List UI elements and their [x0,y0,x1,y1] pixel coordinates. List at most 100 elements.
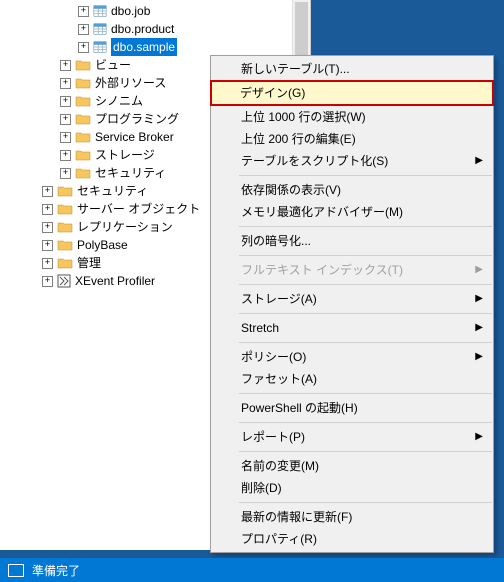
ctx-design[interactable]: デザイン(G) [210,80,494,106]
ctx-refresh[interactable]: 最新の情報に更新(F) [211,506,493,528]
ctx-label: 上位 1000 行の選択(W) [241,106,366,128]
tree-label: PolyBase [77,236,128,254]
expand-icon[interactable] [60,60,71,71]
expand-icon[interactable] [78,6,89,17]
expand-icon[interactable] [60,168,71,179]
status-text: 準備完了 [32,562,80,579]
table-icon [93,40,107,54]
tree-node-table[interactable]: dbo.job [0,2,310,20]
ctx-encrypt-columns[interactable]: 列の暗号化... [211,230,493,252]
ctx-deps[interactable]: 依存関係の表示(V) [211,179,493,201]
ctx-edit-top[interactable]: 上位 200 行の編集(E) [211,128,493,150]
ctx-stretch[interactable]: Stretch ▶ [211,317,493,339]
app-root: dbo.job dbo.product dbo.sample ビュー [0,0,504,582]
ctx-policy[interactable]: ポリシー(O) ▶ [211,346,493,368]
ctx-label: 依存関係の表示(V) [241,179,341,201]
table-icon [93,22,107,36]
tree-label: セキュリティ [95,164,166,182]
ctx-separator [239,422,492,423]
ctx-powershell[interactable]: PowerShell の起動(H) [211,397,493,419]
context-menu: 新しいテーブル(T)... デザイン(G) 上位 1000 行の選択(W) 上位… [210,55,494,553]
chevron-right-icon: ▶ [475,346,483,368]
tree-label: セキュリティ [77,182,148,200]
ctx-separator [239,175,492,176]
ctx-label: 削除(D) [241,477,282,499]
ctx-label: ファセット(A) [241,368,317,390]
folder-icon [75,112,91,126]
folder-icon [75,130,91,144]
ctx-label: メモリ最適化アドバイザー(M) [241,201,403,223]
ctx-label: 列の暗号化... [241,230,311,252]
ctx-mem-advisor[interactable]: メモリ最適化アドバイザー(M) [211,201,493,223]
folder-icon [75,76,91,90]
ctx-properties[interactable]: プロパティ(R) [211,528,493,550]
ctx-separator [239,313,492,314]
window-icon [8,564,24,577]
ctx-delete[interactable]: 削除(D) [211,477,493,499]
ctx-fulltext-index: フルテキスト インデックス(T) ▶ [211,259,493,281]
folder-icon [57,220,73,234]
ctx-separator [239,255,492,256]
ctx-label: PowerShell の起動(H) [241,397,358,419]
expand-icon[interactable] [60,114,71,125]
ctx-new-table[interactable]: 新しいテーブル(T)... [211,58,493,80]
ctx-separator [239,342,492,343]
expand-icon[interactable] [42,240,53,251]
tree-label: dbo.sample [111,38,177,56]
folder-icon [57,202,73,216]
ctx-label: ストレージ(A) [241,288,317,310]
tree-label: ビュー [95,56,131,74]
expand-icon[interactable] [42,186,53,197]
ctx-label: 最新の情報に更新(F) [241,506,352,528]
tree-label: dbo.product [111,20,174,38]
ctx-separator [239,226,492,227]
ctx-label: Stretch [241,317,279,339]
ctx-select-top[interactable]: 上位 1000 行の選択(W) [211,106,493,128]
folder-icon [57,184,73,198]
chevron-right-icon: ▶ [475,317,483,339]
tree-label: プログラミング [95,110,179,128]
ctx-separator [239,393,492,394]
chevron-right-icon: ▶ [475,426,483,448]
expand-icon[interactable] [60,150,71,161]
tree-node-table[interactable]: dbo.product [0,20,310,38]
tree-label: Service Broker [95,128,174,146]
ctx-separator [239,284,492,285]
tree-label: ストレージ [95,146,155,164]
tree-label: 外部リソース [95,74,166,92]
folder-icon [75,166,91,180]
ctx-label: 名前の変更(M) [241,455,319,477]
ctx-storage[interactable]: ストレージ(A)▶ [211,288,493,310]
ctx-label: デザイン(G) [240,82,305,104]
tree-node-table-selected[interactable]: dbo.sample [0,38,310,56]
table-icon [93,4,107,18]
expand-icon[interactable] [42,204,53,215]
ctx-label: フルテキスト インデックス(T) [241,259,403,281]
ctx-label: レポート(P) [241,426,305,448]
ctx-label: ポリシー(O) [241,346,306,368]
tree-label: シノニム [95,92,143,110]
expand-icon[interactable] [60,96,71,107]
ctx-rename[interactable]: 名前の変更(M) [211,455,493,477]
ctx-label: 新しいテーブル(T)... [241,58,350,80]
status-bar: 準備完了 [0,558,504,582]
tree-label: サーバー オブジェクト [77,200,200,218]
expand-icon[interactable] [42,222,53,233]
expand-icon[interactable] [42,276,53,287]
ctx-facet[interactable]: ファセット(A) [211,368,493,390]
ctx-script-as[interactable]: テーブルをスクリプト化(S)▶ [211,150,493,172]
folder-icon [75,58,91,72]
folder-icon [75,94,91,108]
expand-icon[interactable] [78,42,89,53]
expand-icon[interactable] [60,78,71,89]
tree-label: dbo.job [111,2,150,20]
chevron-right-icon: ▶ [475,259,483,281]
expand-icon[interactable] [78,24,89,35]
expand-icon[interactable] [60,132,71,143]
ctx-report[interactable]: レポート(P) ▶ [211,426,493,448]
tree-label: XEvent Profiler [75,272,155,290]
expand-icon[interactable] [42,258,53,269]
ctx-label: 上位 200 行の編集(E) [241,128,356,150]
ctx-label: プロパティ(R) [241,528,317,550]
chevron-right-icon: ▶ [475,150,483,172]
